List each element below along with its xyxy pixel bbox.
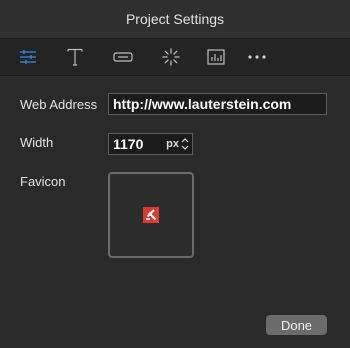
favicon-image-icon <box>143 207 159 223</box>
tab-analytics[interactable] <box>196 39 236 75</box>
tab-loading[interactable] <box>151 39 191 75</box>
button-icon <box>113 52 133 62</box>
tab-general[interactable] <box>8 39 48 75</box>
web-address-label: Web Address <box>20 97 98 112</box>
web-address-field[interactable]: http://www.lauterstein.com <box>108 93 327 115</box>
width-unit: px <box>166 138 179 150</box>
done-button[interactable]: Done <box>266 315 327 335</box>
favicon-label: Favicon <box>20 174 66 189</box>
width-unit-stepper[interactable]: px <box>166 134 189 154</box>
favicon-drop-well[interactable] <box>108 172 194 258</box>
text-icon <box>67 48 83 66</box>
window-title: Project Settings <box>125 11 225 27</box>
web-address-value: http://www.lauterstein.com <box>113 96 292 112</box>
width-field[interactable]: 1170 px <box>108 133 193 155</box>
tab-typography[interactable] <box>55 39 95 75</box>
width-value: 1170 <box>113 136 144 152</box>
sliders-icon <box>20 50 36 64</box>
settings-toolbar <box>0 38 350 76</box>
tab-buttons[interactable] <box>103 39 143 75</box>
chart-icon <box>207 49 225 65</box>
more-icon <box>248 55 266 59</box>
stepper-icon[interactable] <box>181 137 189 151</box>
spinner-icon <box>162 48 180 66</box>
tab-more[interactable] <box>237 39 277 75</box>
width-label: Width <box>20 135 54 150</box>
window-titlebar: Project Settings <box>0 0 350 38</box>
